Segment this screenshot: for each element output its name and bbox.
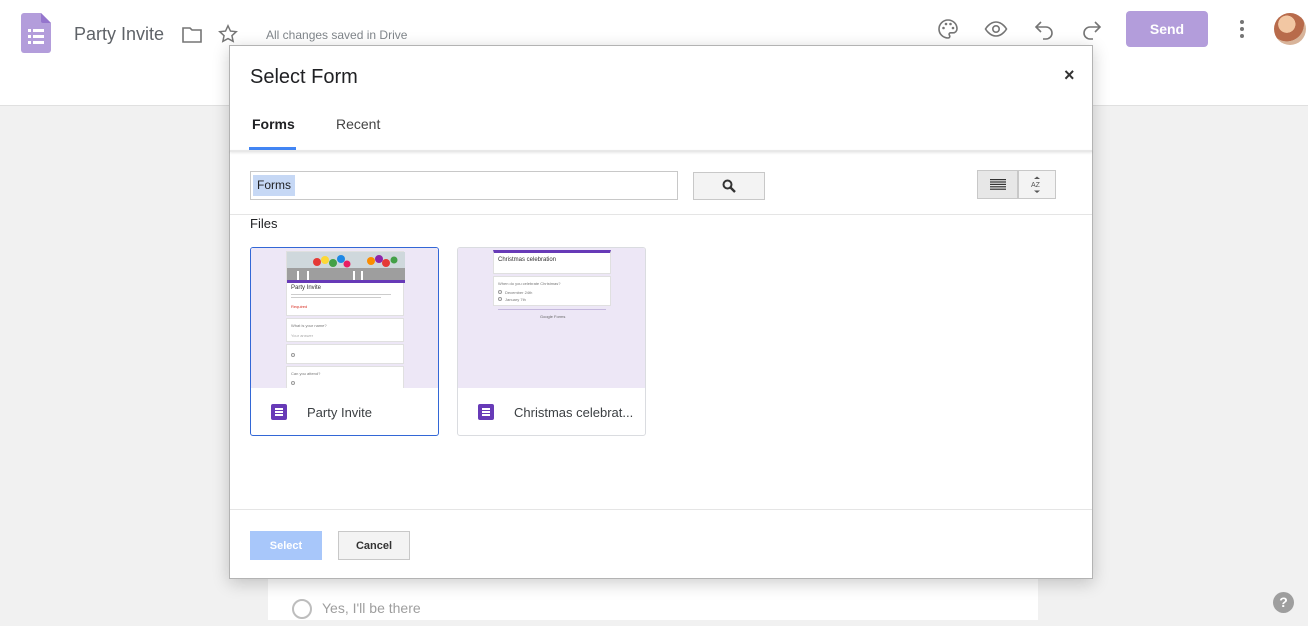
tab-forms[interactable]: Forms bbox=[252, 116, 295, 150]
tabs-divider bbox=[230, 150, 1092, 152]
search-button[interactable] bbox=[693, 172, 765, 200]
thumbnail-header-card: Christmas celebration bbox=[493, 250, 611, 274]
files-section-label: Files bbox=[250, 216, 278, 231]
palette-icon[interactable] bbox=[936, 17, 960, 41]
tab-recent[interactable]: Recent bbox=[336, 116, 380, 150]
file-name: Party Invite bbox=[307, 405, 373, 420]
sort-button[interactable]: AZ bbox=[1018, 170, 1056, 199]
forms-file-icon bbox=[271, 404, 287, 420]
balloons-banner-image bbox=[287, 252, 405, 280]
thumbnail-option-1: December 24th bbox=[505, 290, 533, 295]
thumbnail-footer: Google Forms bbox=[540, 314, 566, 319]
search-icon bbox=[722, 179, 736, 193]
thumbnail-required: Required bbox=[291, 304, 308, 309]
thumbnail-question-card: When do you celebrate Christmas? Decembe… bbox=[493, 276, 611, 306]
thumbnail-question-1: When do you celebrate Christmas? bbox=[498, 281, 561, 286]
eye-icon[interactable] bbox=[984, 17, 1008, 41]
dialog-title: Select Form bbox=[250, 66, 358, 88]
undo-icon[interactable] bbox=[1032, 17, 1056, 41]
help-icon[interactable]: ? bbox=[1273, 592, 1294, 613]
cancel-button[interactable]: Cancel bbox=[338, 531, 410, 560]
radio-button[interactable] bbox=[292, 599, 312, 619]
list-view-button[interactable] bbox=[977, 170, 1018, 199]
thumbnail-title: Party Invite bbox=[291, 285, 322, 291]
select-form-dialog: Select Form × Forms Recent Forms AZ File… bbox=[229, 45, 1093, 579]
star-icon[interactable] bbox=[217, 23, 239, 45]
footer-divider bbox=[230, 509, 1092, 510]
form-thumbnail: Christmas celebration When do you celebr… bbox=[458, 248, 645, 388]
file-card-party-invite[interactable]: Party Invite Required What is your name?… bbox=[250, 247, 439, 436]
search-query-chip[interactable]: Forms bbox=[253, 175, 295, 196]
close-icon[interactable]: × bbox=[1064, 65, 1075, 86]
document-title[interactable]: Party Invite bbox=[74, 24, 164, 45]
toolbar-divider bbox=[230, 214, 1092, 215]
more-vert-icon[interactable] bbox=[1232, 17, 1252, 41]
sort-az-icon: AZ bbox=[1031, 176, 1041, 193]
redo-icon[interactable] bbox=[1080, 17, 1104, 41]
option-label: Yes, I'll be there bbox=[322, 600, 421, 616]
thumbnail-header-card: Party Invite Required bbox=[286, 251, 405, 316]
thumbnail-question-1: What is your name? bbox=[291, 323, 327, 328]
send-button[interactable]: Send bbox=[1126, 11, 1208, 47]
form-thumbnail: Party Invite Required What is your name?… bbox=[251, 248, 438, 388]
select-button[interactable]: Select bbox=[250, 531, 322, 560]
forms-file-icon bbox=[478, 404, 494, 420]
thumbnail-question-card-2: Can you attend? bbox=[286, 366, 404, 388]
thumbnail-question-card: What is your name? Your answer bbox=[286, 318, 404, 342]
forms-logo-icon[interactable] bbox=[21, 13, 51, 53]
thumbnail-option-card bbox=[286, 344, 404, 364]
thumbnail-answer-hint: Your answer bbox=[291, 333, 314, 338]
thumbnail-option-2: January 7th bbox=[505, 297, 526, 302]
save-status: All changes saved in Drive bbox=[266, 28, 408, 42]
file-name: Christmas celebrat... bbox=[514, 405, 634, 420]
file-card-christmas-celebration[interactable]: Christmas celebration When do you celebr… bbox=[457, 247, 646, 436]
thumbnail-question-2: Can you attend? bbox=[291, 371, 321, 376]
folder-icon[interactable] bbox=[181, 25, 203, 45]
search-input[interactable]: Forms bbox=[250, 171, 678, 200]
thumbnail-title: Christmas celebration bbox=[498, 257, 557, 263]
svg-text:AZ: AZ bbox=[1031, 182, 1041, 189]
list-view-icon bbox=[989, 179, 1006, 190]
avatar[interactable] bbox=[1274, 13, 1306, 45]
